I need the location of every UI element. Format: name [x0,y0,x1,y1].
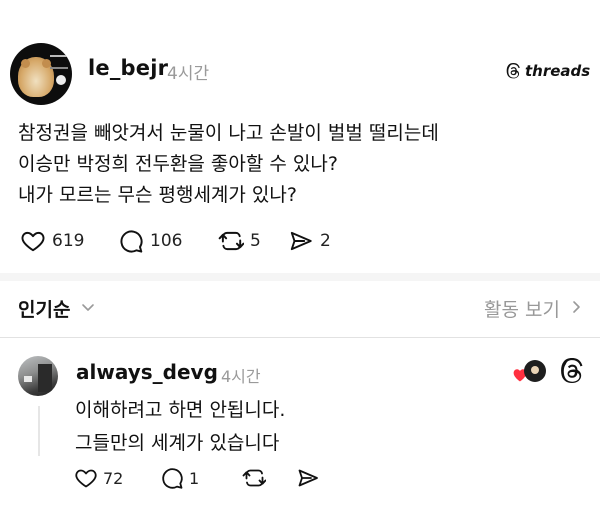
comment-icon [120,230,143,253]
reply-text-line: 이해하려고 하면 안됩니다. [75,399,286,421]
reply-share-button[interactable] [296,466,320,490]
sort-dropdown-label[interactable]: 인기순 [18,295,70,322]
heart-icon [75,469,97,488]
like-count: 619 [52,231,85,251]
post-text-line: 이승만 박정희 전두환을 좋아할 수 있나? [18,153,338,175]
reply-time: 4시간 [221,367,261,386]
threads-logo-icon[interactable] [560,358,586,384]
post-text-line: 참정권을 빼앗겨서 눈물이 나고 손발이 벌벌 떨리는데 [18,122,439,144]
sort-bar: 인기순 활동 보기 [0,281,600,333]
post-time: 4시간 [167,64,210,84]
avatar-decoration [24,376,32,382]
divider [0,337,600,338]
reply-comment-button[interactable]: 1 [160,466,199,490]
repost-button[interactable]: 5 [218,228,261,254]
post-username[interactable]: le_bejr [88,56,168,80]
post-text-line: 내가 모르는 무슨 평행세계가 있나? [18,184,297,206]
threads-brand: threads [506,62,590,80]
main-post: le_bejr 4시간 threads 참정권을 빼앗겨서 눈물이 나고 손발이… [0,0,600,280]
reply-like-count: 72 [103,468,124,488]
repost-count: 5 [250,231,261,251]
avatar-decoration [38,364,52,392]
reply-body: 이해하려고 하면 안됩니다. 그들만의 세계가 있습니다 [75,394,285,460]
comment-button[interactable]: 106 [118,228,182,254]
comment-count: 106 [150,231,183,251]
comment-icon [162,468,183,489]
reply-username[interactable]: always_devg [76,360,218,384]
share-icon [290,231,312,251]
avatar[interactable] [10,43,72,105]
section-divider [0,273,600,281]
avatar-decoration [50,55,68,69]
post-body: 참정권을 빼앗겨서 눈물이 나고 손발이 벌벌 떨리는데 이승만 박정희 전두환… [18,118,588,211]
threads-wordmark: threads [525,62,591,80]
like-button[interactable]: 619 [20,228,84,254]
share-button[interactable]: 2 [288,228,331,254]
avatar-decoration [56,75,66,85]
thread-line [38,406,40,456]
chevron-down-icon[interactable] [80,299,96,315]
chevron-right-icon[interactable] [570,299,584,315]
repost-icon [242,469,266,487]
reply-text-line: 그들만의 세계가 있습니다 [75,432,280,454]
author-avatar-mini [524,360,546,382]
hamster-image [18,57,54,97]
view-activity-link[interactable]: 활동 보기 [484,295,560,322]
heart-icon [21,231,45,252]
reply-avatar[interactable] [18,356,58,396]
reply-like-button[interactable]: 72 [74,466,123,490]
reply-comment-count: 1 [189,468,200,488]
share-count: 2 [320,231,331,251]
share-icon [298,469,318,487]
repost-icon [218,231,244,251]
threads-logo-icon [506,63,520,79]
reply-repost-button[interactable] [242,466,266,490]
author-liked-badge [512,360,546,384]
